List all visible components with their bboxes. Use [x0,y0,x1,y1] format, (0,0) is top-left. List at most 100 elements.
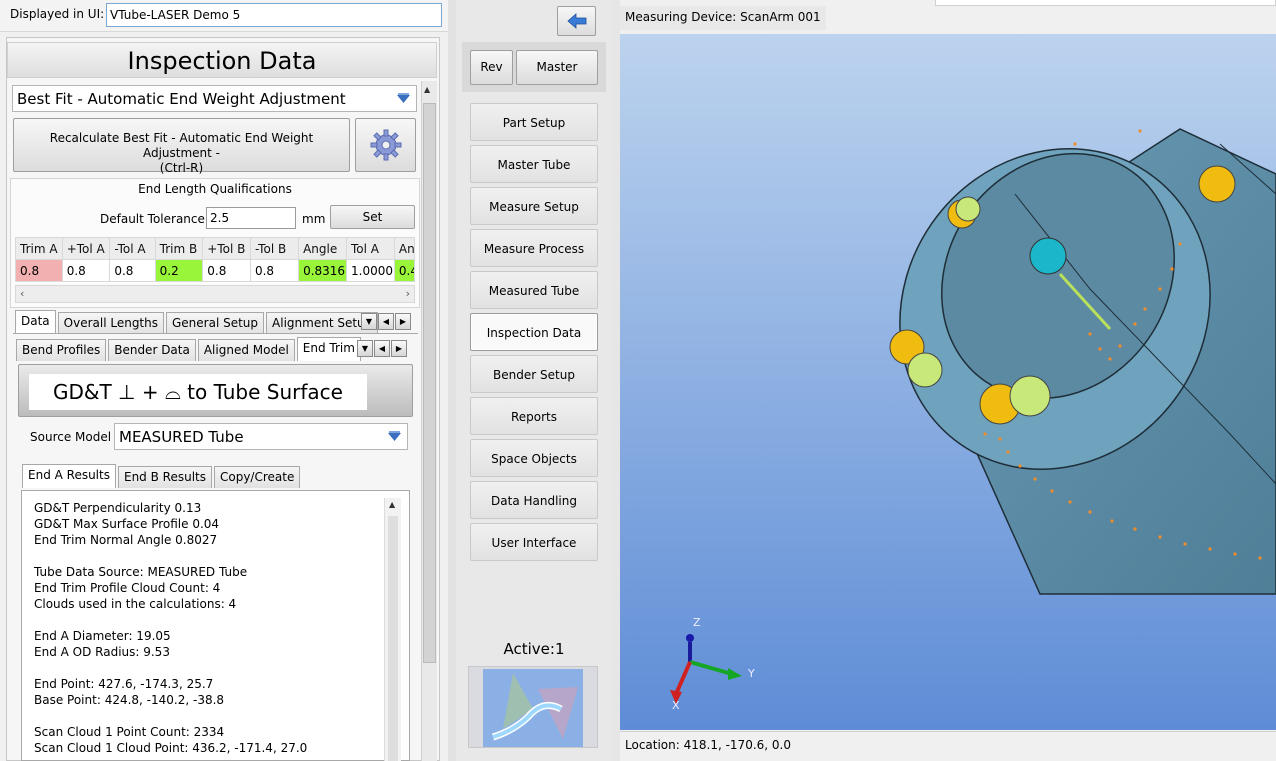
recalculate-line1: Recalculate Best Fit - Automatic End Wei… [49,131,314,160]
table-value-cell[interactable]: 0.8 [109,259,156,282]
scroll-right-icon[interactable]: › [406,287,410,300]
table-header-cell: Tol A [346,237,395,260]
source-model-select[interactable]: MEASURED Tube [114,423,408,450]
table-header-cell: Trim A [15,237,63,260]
tube-thumbnail[interactable] [468,666,598,748]
axis-y-label: Y [748,667,755,680]
nav-item-master-tube[interactable]: Master Tube [470,145,598,183]
nav-item-part-setup[interactable]: Part Setup [470,103,598,141]
scroll-up-icon[interactable]: ▲ [424,85,430,94]
left-panel: Displayed in UI: Inspection Data Best Fi… [0,0,448,761]
axis-x-label: X [672,699,680,712]
subtab-end-trim[interactable]: End Trim [296,337,361,361]
tab-general-setup[interactable]: General Setup [166,312,265,334]
result-line: Clouds used in the calculations: 4 [34,597,237,611]
table-value-cell[interactable]: 0.8 [15,259,63,282]
nav-item-measure-setup[interactable]: Measure Setup [470,187,598,225]
default-tolerance-unit: mm [302,212,326,226]
3d-viewport[interactable]: Z Y X [620,34,1276,730]
default-tolerance-input[interactable] [206,207,296,229]
table-header-cell: An [393,237,415,260]
table-value-cell[interactable]: 0.2 [154,259,204,282]
dropdown-arrow-icon [397,93,410,103]
tab-next-icon[interactable]: ▶ [395,313,411,330]
panel-scrollbar[interactable]: ▲ [421,81,437,761]
nav-item-space-objects[interactable]: Space Objects [470,439,598,477]
subtab-bend-profiles[interactable]: Bend Profiles [16,339,107,361]
qualifications-title: End Length Qualifications [138,182,292,196]
table-value-cell[interactable]: 0.4 [393,259,415,282]
tab-row-sub-nav: ▼ ◀ ▶ [357,340,407,357]
result-line: Base Point: 424.8, -140.2, -38.8 [34,693,225,707]
tab-data[interactable]: Data [15,310,56,334]
axis-z-label: Z [693,616,701,629]
nav-item-bender-setup[interactable]: Bender Setup [470,355,598,393]
displayed-in-ui-field[interactable] [106,3,442,27]
best-fit-method-value: Best Fit - Automatic End Weight Adjustme… [17,90,346,108]
subtab-next-icon[interactable]: ▶ [391,340,407,357]
displayed-in-ui-label: Displayed in UI: [10,7,105,21]
rev-button[interactable]: Rev [470,50,513,85]
results-tab-end-a-results[interactable]: End A Results [22,464,116,488]
nav-item-inspection-data[interactable]: Inspection Data [470,313,598,351]
dropdown-arrow-icon [388,431,401,441]
results-scroll-up-icon[interactable]: ▲ [389,500,395,509]
default-tolerance-label: Default Tolerance [100,212,205,226]
results-scrollbar[interactable]: ▲ [384,498,401,761]
table-value-cell[interactable]: 0.8 [61,259,111,282]
qualifications-table-wrap: Trim A +Tol A -Tol A Trim B +Tol B -Tol B Angl… [15,237,415,283]
nav-item-measured-tube[interactable]: Measured Tube [470,271,598,309]
table-value-cell[interactable]: 0.8 [202,259,251,282]
table-header-cell: -Tol A [109,237,156,260]
table-header-cell: Trim B [154,237,204,260]
back-button[interactable] [557,6,596,36]
arrow-left-icon [566,13,586,29]
gear-icon [370,129,401,161]
result-line: GD&T Perpendicularity 0.13 [34,501,202,515]
subtab-menu-icon[interactable]: ▼ [357,340,373,357]
tab-divider [13,333,418,334]
nav-item-user-interface[interactable]: User Interface [470,523,598,561]
nav-item-reports[interactable]: Reports [470,397,598,435]
recalculate-best-fit-button[interactable]: Recalculate Best Fit - Automatic End Wei… [13,118,350,175]
qualifications-table: Trim A +Tol A -Tol A Trim B +Tol B -Tol B Angl… [15,237,415,282]
tube-3d-scene [670,128,1276,704]
set-tolerance-button[interactable]: Set [330,205,415,229]
tab-menu-icon[interactable]: ▼ [361,313,377,330]
subtab-aligned-model[interactable]: Aligned Model [197,339,295,361]
displayed-in-ui-bar: Displayed in UI: [0,0,448,32]
subtab-bender-data[interactable]: Bender Data [108,339,196,361]
result-line: End Trim Normal Angle 0.8027 [34,533,218,547]
scroll-left-icon[interactable]: ‹ [20,287,24,300]
tab-row-sub: Bend Profiles Bender Data Aligned Model End… [16,337,361,361]
table-value-cell[interactable]: 0.8 [249,259,300,282]
left-splitter[interactable] [448,0,456,761]
table-value-cell[interactable]: 0.8316 [298,259,347,282]
active-count: Active:1 [503,640,565,658]
table-header-cell: +Tol B [202,237,251,260]
table-value-cell[interactable]: 1.0000 [346,259,395,282]
table-horizontal-scrollbar[interactable]: ‹ › [15,285,415,303]
best-fit-method-select[interactable]: Best Fit - Automatic End Weight Adjustme… [12,85,417,112]
axis-triad [670,634,742,704]
result-line [34,548,379,564]
settings-button[interactable] [355,118,416,172]
master-button[interactable]: Master [516,50,598,85]
gdt-method-label: GD&T ⊥ + ⌓ to Tube Surface [29,374,367,410]
tab-prev-icon[interactable]: ◀ [378,313,394,330]
source-model-label: Source Model [30,430,112,444]
source-model-value: MEASURED Tube [119,428,244,446]
results-scrollbar-thumb[interactable] [388,516,398,761]
scrollbar-thumb[interactable] [423,103,436,663]
page-title: Inspection Data [7,42,437,78]
tab-overall-lengths[interactable]: Overall Lengths [57,312,164,334]
subtab-prev-icon[interactable]: ◀ [374,340,390,357]
nav-item-data-handling[interactable]: Data Handling [470,481,598,519]
result-line: End Trim Profile Cloud Count: 4 [34,581,221,595]
nav-item-measure-process[interactable]: Measure Process [470,229,598,267]
right-splitter[interactable] [612,0,620,761]
recalculate-line2: (Ctrl-R) [159,161,204,175]
results-tab-end-b-results[interactable]: End B Results [117,466,212,488]
gdt-method-button[interactable]: GD&T ⊥ + ⌓ to Tube Surface [18,364,413,417]
results-tab-copy-create[interactable]: Copy/Create [213,466,301,488]
